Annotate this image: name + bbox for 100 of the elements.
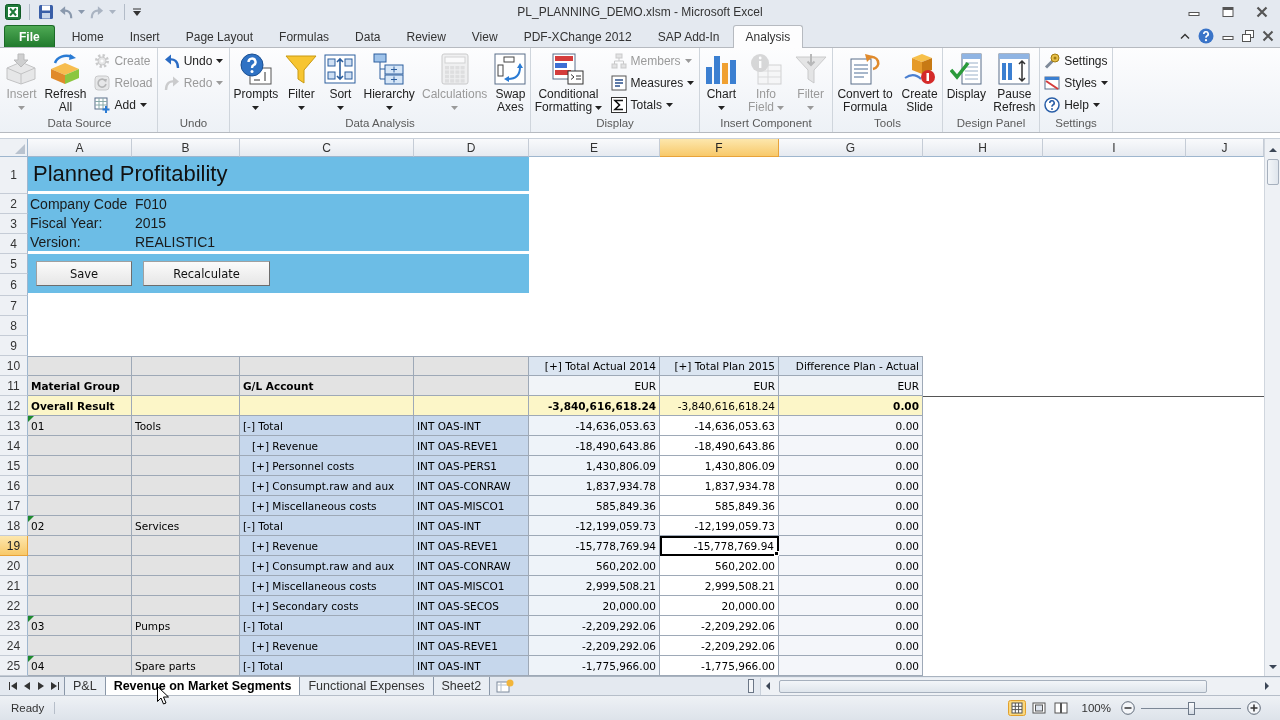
- sheet-tab[interactable]: P&L: [64, 677, 106, 695]
- ribbon-button[interactable]: Convert to Formula: [835, 51, 895, 116]
- row-header[interactable]: 14: [0, 436, 28, 456]
- last-sheet-icon[interactable]: [51, 682, 59, 690]
- ribbon-button[interactable]: Sort: [322, 51, 359, 116]
- save-icon[interactable]: [38, 4, 54, 20]
- row-header[interactable]: 17: [0, 496, 28, 516]
- table-cell: 1,430,806.09: [529, 456, 660, 476]
- row-header[interactable]: 16: [0, 476, 28, 496]
- save-button[interactable]: Save: [36, 261, 132, 286]
- ribbon-button[interactable]: Settings: [1041, 50, 1111, 72]
- zoom-slider-thumb[interactable]: [1187, 701, 1195, 715]
- ribbon-button[interactable]: Display: [944, 51, 988, 103]
- page-break-view-icon[interactable]: [1051, 700, 1070, 716]
- ribbon-button[interactable]: Pause Refresh: [991, 51, 1038, 116]
- row-header[interactable]: 9: [0, 336, 28, 356]
- ribbon-tab[interactable]: Page Layout: [172, 25, 267, 47]
- close-icon[interactable]: [1256, 6, 1268, 18]
- row-header[interactable]: 20: [0, 556, 28, 576]
- ribbon-button[interactable]: Totals: [607, 94, 698, 116]
- row-header[interactable]: 5: [0, 254, 28, 274]
- row-header[interactable]: 25: [0, 656, 28, 676]
- column-header[interactable]: G: [779, 139, 923, 157]
- restore-icon[interactable]: [1242, 30, 1254, 42]
- row-header[interactable]: 11: [0, 376, 28, 396]
- row-header[interactable]: 7: [0, 296, 28, 316]
- zoom-level[interactable]: 100%: [1081, 702, 1111, 714]
- row-header[interactable]: 18: [0, 516, 28, 536]
- collapse-ribbon-icon[interactable]: [1180, 33, 1190, 39]
- ribbon-button[interactable]: Filter: [283, 51, 320, 116]
- row-header[interactable]: 1: [0, 157, 28, 194]
- group-label: Insert Component: [719, 117, 813, 131]
- ribbon-tab[interactable]: Data: [342, 25, 394, 47]
- column-header[interactable]: J: [1186, 139, 1264, 157]
- ribbon-tab[interactable]: SAP Add-In: [644, 25, 733, 47]
- vertical-scrollbar[interactable]: [1264, 139, 1280, 676]
- row-header[interactable]: 21: [0, 576, 28, 596]
- horizontal-scrollbar[interactable]: [760, 677, 1280, 695]
- ribbon-button[interactable]: Chart: [703, 51, 740, 116]
- customize-menu-icon[interactable]: [133, 8, 141, 16]
- previous-sheet-icon[interactable]: [23, 682, 31, 690]
- row-header[interactable]: 8: [0, 316, 28, 336]
- ribbon-button[interactable]: Hierarchy: [361, 51, 417, 116]
- maximize-icon[interactable]: [1222, 6, 1234, 18]
- normal-view-icon[interactable]: [1007, 700, 1026, 716]
- page-layout-view-icon[interactable]: [1029, 700, 1048, 716]
- ribbon-button[interactable]: Measures: [607, 72, 698, 94]
- close-icon[interactable]: [1262, 30, 1274, 42]
- column-header[interactable]: D: [414, 139, 529, 157]
- row-header[interactable]: 24: [0, 636, 28, 656]
- sheet-tab[interactable]: Functional Expenses: [300, 677, 434, 695]
- ribbon-tab[interactable]: Analysis: [732, 25, 804, 48]
- file-tab[interactable]: File: [4, 25, 55, 47]
- ribbon-button[interactable]: Swap Axes: [492, 51, 529, 116]
- fill-handle-icon[interactable]: [774, 551, 779, 556]
- app-logo-icon[interactable]: [5, 4, 21, 20]
- column-header[interactable]: F: [660, 139, 779, 157]
- row-header[interactable]: 12: [0, 396, 28, 416]
- column-header[interactable]: C: [240, 139, 414, 157]
- row-header[interactable]: 22: [0, 596, 28, 616]
- ribbon-tab[interactable]: Formulas: [266, 25, 343, 47]
- row-header[interactable]: 3: [0, 214, 28, 234]
- ribbon-button[interactable]: Prompts: [231, 51, 281, 116]
- ribbon-button[interactable]: Add: [91, 94, 156, 116]
- help-icon[interactable]: [1198, 28, 1214, 44]
- ribbon-tab[interactable]: Review: [393, 25, 459, 47]
- first-sheet-icon[interactable]: [9, 682, 17, 690]
- column-header[interactable]: A: [28, 139, 132, 157]
- row-header[interactable]: 6: [0, 274, 28, 296]
- zoom-slider[interactable]: [1141, 703, 1241, 713]
- zoom-out-icon[interactable]: [1121, 701, 1135, 715]
- scroll-thumb[interactable]: [779, 679, 1207, 693]
- recalculate-button[interactable]: Recalculate: [143, 261, 270, 286]
- row-header[interactable]: 10: [0, 356, 28, 376]
- column-header[interactable]: H: [923, 139, 1043, 157]
- scroll-thumb[interactable]: [1266, 159, 1279, 185]
- ribbon-button[interactable]: Refresh All: [42, 51, 89, 116]
- row-header[interactable]: 4: [0, 234, 28, 254]
- column-header[interactable]: E: [529, 139, 660, 157]
- split-handle-icon[interactable]: [748, 679, 754, 693]
- row-header[interactable]: 2: [0, 194, 28, 214]
- sheet-tab[interactable]: Sheet2: [433, 677, 491, 695]
- ribbon-tab[interactable]: Insert: [116, 25, 173, 47]
- ribbon-button[interactable]: Styles: [1041, 72, 1111, 94]
- ribbon-button[interactable]: Undo: [160, 50, 227, 72]
- row-header[interactable]: 23: [0, 616, 28, 636]
- ribbon-button[interactable]: Help: [1041, 94, 1111, 116]
- ribbon-button[interactable]: Create Slide: [899, 51, 940, 116]
- ribbon-tab[interactable]: PDF-XChange 2012: [510, 25, 645, 47]
- ribbon-tab[interactable]: View: [458, 25, 511, 47]
- zoom-in-icon[interactable]: [1247, 701, 1261, 715]
- row-header[interactable]: 13: [0, 416, 28, 436]
- column-header[interactable]: B: [132, 139, 240, 157]
- sheet-tab[interactable]: Revenue on Market Segments: [105, 677, 301, 695]
- row-header[interactable]: 15: [0, 456, 28, 476]
- next-sheet-icon[interactable]: [37, 682, 45, 690]
- column-header[interactable]: I: [1043, 139, 1186, 157]
- row-header[interactable]: 19: [0, 536, 28, 556]
- ribbon-tab[interactable]: Home: [58, 25, 117, 47]
- ribbon-button[interactable]: Conditional Formatting: [532, 51, 605, 116]
